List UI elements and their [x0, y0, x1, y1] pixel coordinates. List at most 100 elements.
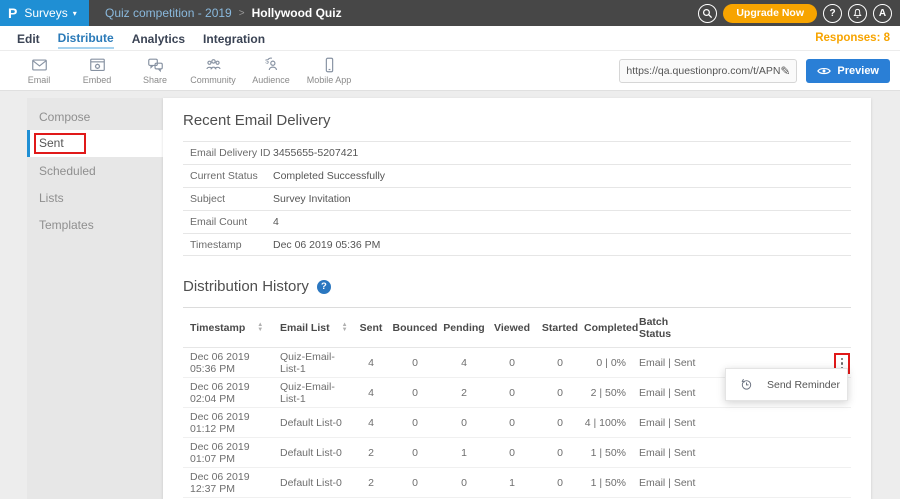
field-value: 4: [273, 216, 279, 228]
content: Compose Sent Scheduled Lists Templates R…: [27, 98, 871, 499]
toolbar-item-audience[interactable]: $ Audience: [242, 56, 300, 85]
cell-bounced: 0: [390, 348, 440, 378]
field-row: Current Status Completed Successfully: [183, 164, 851, 187]
sidebar-item-sent[interactable]: Sent: [27, 130, 163, 157]
chevron-down-icon: ▾: [73, 9, 77, 18]
share-icon: [146, 56, 165, 74]
breadcrumb-parent[interactable]: Quiz competition - 2019: [105, 6, 232, 20]
survey-url-input[interactable]: [626, 65, 780, 77]
cell-batch-status: Email | Sent: [632, 438, 702, 468]
cell-pending: 2: [440, 378, 488, 408]
cell-started: 0: [536, 378, 584, 408]
menu-item-send-reminder[interactable]: Send Reminder: [726, 369, 847, 400]
sidebar-item-label: Compose: [39, 110, 90, 124]
topbar-actions: Upgrade Now ? A: [698, 0, 900, 26]
cell-actions: [702, 468, 851, 498]
upgrade-now-button[interactable]: Upgrade Now: [723, 4, 817, 23]
sidebar-item-compose[interactable]: Compose: [27, 103, 163, 130]
avatar[interactable]: A: [873, 4, 892, 23]
cell-sent: 4: [352, 378, 390, 408]
sidebar-item-label: Sent: [39, 136, 64, 150]
menu-item-label: Send Reminder: [767, 379, 840, 391]
column-actions: [702, 308, 851, 348]
tab-analytics[interactable]: Analytics: [132, 29, 185, 48]
sidebar-item-templates[interactable]: Templates: [27, 211, 163, 238]
audience-icon: $: [262, 56, 281, 74]
cell-sent: 4: [352, 348, 390, 378]
table-header-row: Timestamp▲▼ Email List▲▼ Sent Bounced Pe…: [183, 308, 851, 348]
cell-timestamp: Dec 06 2019 12:37 PM: [183, 468, 273, 498]
search-icon: [702, 8, 713, 19]
sort-icon[interactable]: ▲▼: [257, 323, 263, 333]
email-icon: [30, 56, 49, 74]
sidebar: Compose Sent Scheduled Lists Templates: [27, 98, 163, 499]
preview-button[interactable]: Preview: [806, 59, 890, 83]
search-button[interactable]: [698, 4, 717, 23]
table-row[interactable]: Dec 06 2019 01:12 PM Default List-0 4 0 …: [183, 408, 851, 438]
reminder-history-icon: [739, 377, 754, 392]
cell-timestamp: Dec 06 2019 01:07 PM: [183, 438, 273, 468]
cell-bounced: 0: [390, 468, 440, 498]
tab-distribute[interactable]: Distribute: [58, 28, 114, 49]
questionpro-logo: P: [8, 6, 17, 20]
sidebar-item-scheduled[interactable]: Scheduled: [27, 157, 163, 184]
cell-pending: 0: [440, 468, 488, 498]
distribution-history-title: Distribution History ?: [183, 278, 851, 295]
cell-email-list: Quiz-Email-List-1: [273, 378, 352, 408]
distribution-history-table: Timestamp▲▼ Email List▲▼ Sent Bounced Pe…: [183, 307, 851, 498]
cell-email-list: Default List-0: [273, 408, 352, 438]
field-label: Current Status: [183, 170, 273, 182]
column-sent: Sent: [352, 308, 390, 348]
responses-count[interactable]: Responses: 8: [815, 32, 890, 44]
field-value: Dec 06 2019 05:36 PM: [273, 239, 380, 251]
column-bounced: Bounced: [390, 308, 440, 348]
cell-email-list: Default List-0: [273, 468, 352, 498]
sidebar-item-lists[interactable]: Lists: [27, 184, 163, 211]
field-value: Completed Successfully: [273, 170, 385, 182]
toolbar-item-label: Mobile App: [307, 75, 352, 85]
field-value: Survey Invitation: [273, 193, 351, 205]
column-batch-status: Batch Status: [632, 308, 702, 348]
field-label: Timestamp: [183, 239, 273, 251]
field-value: 3455655-5207421: [273, 147, 358, 159]
toolbar-item-label: Community: [190, 75, 236, 85]
survey-nav: Edit Distribute Analytics Integration Re…: [0, 26, 900, 51]
help-button[interactable]: ?: [823, 4, 842, 23]
preview-label: Preview: [837, 65, 879, 77]
surveys-menu-button[interactable]: Surveys ▾: [24, 6, 76, 20]
toolbar-item-email[interactable]: Email: [10, 56, 68, 85]
table-row[interactable]: Dec 06 2019 01:07 PM Default List-0 2 0 …: [183, 438, 851, 468]
table-row[interactable]: Dec 06 2019 12:37 PM Default List-0 2 0 …: [183, 468, 851, 498]
edit-pencil-icon[interactable]: ✎: [780, 64, 790, 78]
cell-completed: 1 | 50%: [584, 438, 632, 468]
surveys-menu[interactable]: P Surveys ▾: [0, 0, 89, 26]
cell-bounced: 0: [390, 378, 440, 408]
cell-batch-status: Email | Sent: [632, 348, 702, 378]
tab-integration[interactable]: Integration: [203, 29, 265, 48]
field-row: Subject Survey Invitation: [183, 187, 851, 210]
cell-viewed: 1: [488, 468, 536, 498]
tab-edit[interactable]: Edit: [17, 29, 40, 48]
column-viewed: Viewed: [488, 308, 536, 348]
cell-actions: [702, 438, 851, 468]
notifications-button[interactable]: [848, 4, 867, 23]
distribute-toolbar: Email Embed Share: [0, 51, 900, 91]
toolbar-item-mobile-app[interactable]: Mobile App: [300, 56, 358, 85]
embed-icon: [88, 56, 107, 74]
toolbar-item-community[interactable]: Community: [184, 56, 242, 85]
cell-started: 0: [536, 438, 584, 468]
column-completed: Completed: [584, 308, 632, 348]
annotation-box: Sent: [34, 133, 86, 154]
cell-started: 0: [536, 468, 584, 498]
cell-viewed: 0: [488, 408, 536, 438]
column-started: Started: [536, 308, 584, 348]
main-panel: Recent Email Delivery Email Delivery ID …: [163, 98, 871, 499]
field-row: Timestamp Dec 06 2019 05:36 PM: [183, 233, 851, 256]
toolbar-item-embed[interactable]: Embed: [68, 56, 126, 85]
cell-completed: 0 | 0%: [584, 348, 632, 378]
toolbar-item-label: Email: [28, 75, 51, 85]
sort-icon[interactable]: ▲▼: [342, 323, 348, 333]
cell-sent: 2: [352, 438, 390, 468]
toolbar-item-share[interactable]: Share: [126, 56, 184, 85]
help-icon[interactable]: ?: [317, 280, 331, 294]
